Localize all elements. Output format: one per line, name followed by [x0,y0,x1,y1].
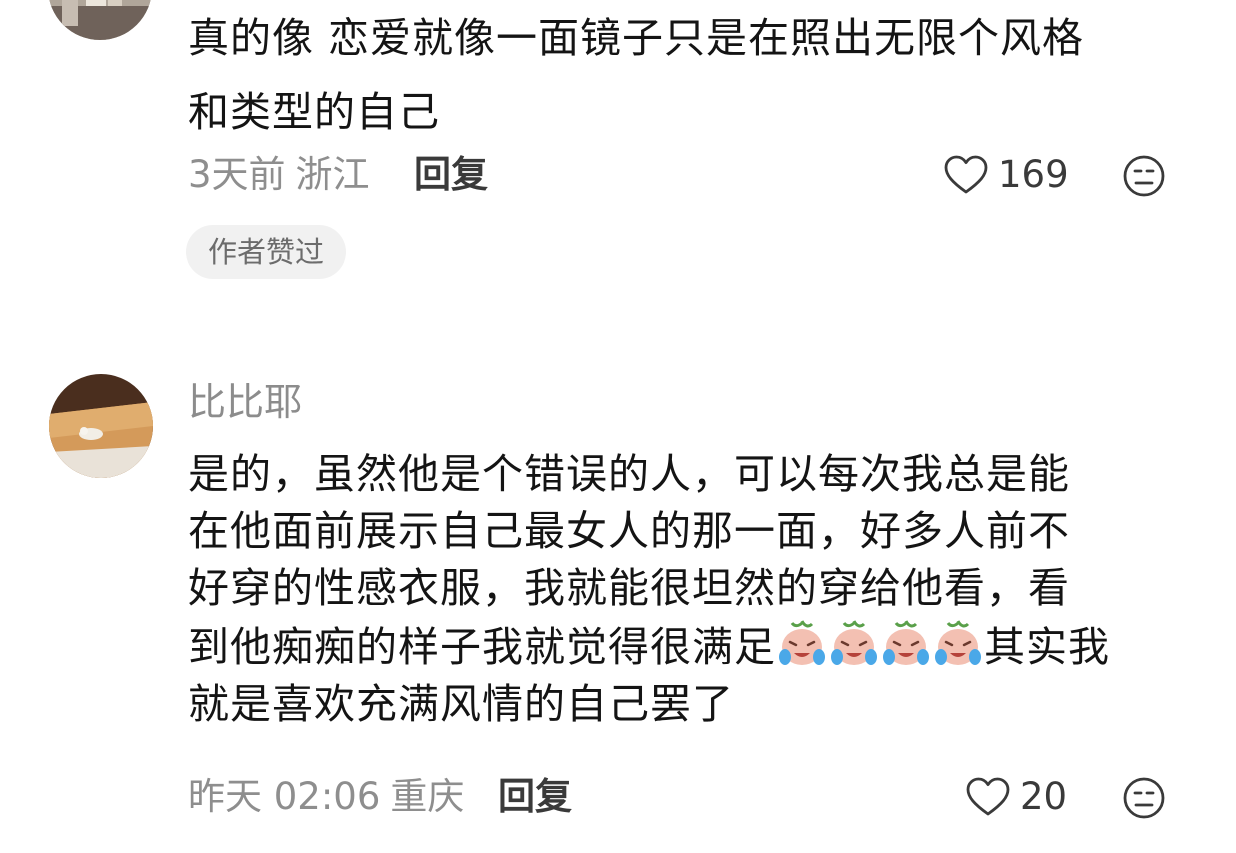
comment-text-line: 在他面前展示自己最女人的那一面，好多人前不 [188,507,1070,555]
heart-outline-icon [944,155,988,195]
comment-text-line: 好穿的性感衣服，我就能很坦然的穿给他看，看 [188,564,1070,612]
avatar[interactable] [48,0,152,40]
comment-location: 重庆 [390,775,465,818]
like-count: 169 [998,153,1069,196]
like-button[interactable]: 169 [944,152,1069,198]
comment-text-fragment: 到他痴痴的样子我就觉得很满足 [188,623,776,671]
heart-outline-icon [966,777,1010,817]
reply-button[interactable]: 回复 [414,152,488,198]
comment-text-fragment: 其实我 [984,623,1110,671]
comment-time: 昨天 02:06 [188,775,381,818]
crying-face-emoji [828,617,880,669]
comment-content: 真的像 恋爱就像一面镜子只是在照出无限个风格 和类型的自己 [188,10,1188,141]
author-liked-badge: 作者赞过 [186,225,347,279]
crying-face-emoji [880,617,932,669]
comment-text-line: 是的，虽然他是个错误的人，可以每次我总是能 [188,450,1070,498]
comment-text-line: 真的像 恋爱就像一面镜子只是在照出无限个风格 [188,14,1085,62]
crying-face-emoji [776,617,828,669]
comment-text-line: 到他痴痴的样子我就觉得很满足 其实我 [188,617,1188,676]
username[interactable]: 比比耶 [188,378,302,426]
comment-item: 比比耶 是的，虽然他是个错误的人，可以每次我总是能 在他面前展示自己最女人的那一… [0,360,1236,853]
comment-item: 真的像 恋爱就像一面镜子只是在照出无限个风格 和类型的自己 3天前 浙江 回复 1… [0,0,1236,300]
comment-text-line: 就是喜欢充满风情的自己罢了 [188,680,734,728]
like-button[interactable]: 20 [966,774,1067,820]
comment-meta: 3天前 浙江 [188,152,370,198]
reply-button[interactable]: 回复 [498,774,572,820]
comment-text-line: 和类型的自己 [188,88,440,136]
neutral-face-icon[interactable] [1122,154,1166,198]
comment-time: 3天前 [188,153,286,196]
comment-location: 浙江 [295,153,370,196]
comment-meta: 昨天 02:06 重庆 [188,774,464,820]
crying-face-emoji [932,617,984,669]
avatar[interactable] [49,374,153,478]
comment-content: 是的，虽然他是个错误的人，可以每次我总是能 在他面前展示自己最女人的那一面，好多… [188,446,1188,733]
like-count: 20 [1020,775,1068,818]
neutral-face-icon[interactable] [1122,776,1166,820]
